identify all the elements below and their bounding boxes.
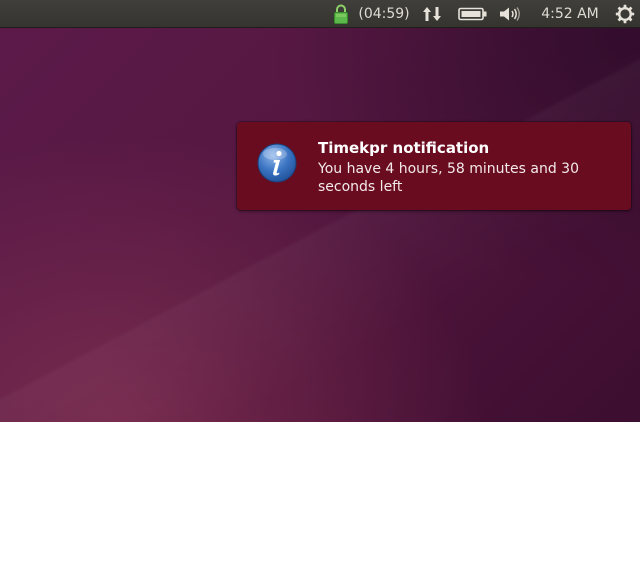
notification-title: Timekpr notification bbox=[318, 139, 490, 157]
lock-indicator[interactable] bbox=[330, 0, 352, 28]
battery-icon bbox=[458, 7, 487, 21]
clock[interactable]: 4:52 AM bbox=[534, 0, 606, 28]
desktop-background bbox=[0, 0, 640, 422]
battery-indicator[interactable] bbox=[456, 0, 490, 28]
top-panel: (04:59) 4:52 AM bbox=[0, 0, 640, 28]
network-indicator[interactable] bbox=[420, 0, 444, 28]
network-transfer-icon bbox=[423, 7, 441, 21]
gear-icon bbox=[615, 4, 635, 24]
volume-icon bbox=[500, 7, 520, 21]
info-icon bbox=[257, 143, 297, 183]
time-remaining-label[interactable]: (04:59) bbox=[356, 0, 412, 28]
notification-bubble[interactable]: Timekpr notification You have 4 hours, 5… bbox=[237, 122, 631, 210]
system-menu[interactable] bbox=[612, 0, 638, 28]
volume-indicator[interactable] bbox=[496, 0, 524, 28]
lock-icon bbox=[334, 4, 348, 24]
notification-body: You have 4 hours, 58 minutes and 30 seco… bbox=[318, 161, 579, 195]
